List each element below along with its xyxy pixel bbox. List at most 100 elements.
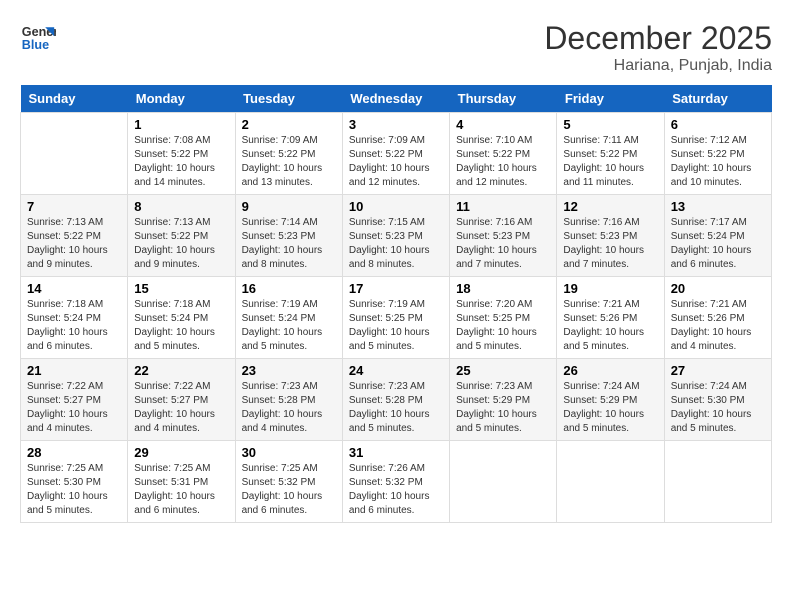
day-info: Sunrise: 7:16 AM Sunset: 5:23 PM Dayligh… — [563, 216, 657, 272]
weekday-monday: Monday — [128, 85, 235, 113]
day-info: Sunrise: 7:24 AM Sunset: 5:30 PM Dayligh… — [671, 380, 765, 436]
day-number: 3 — [349, 117, 443, 132]
day-info: Sunrise: 7:15 AM Sunset: 5:23 PM Dayligh… — [349, 216, 443, 272]
calendar-cell: 27 Sunrise: 7:24 AM Sunset: 5:30 PM Dayli… — [664, 359, 771, 441]
calendar-cell: 9Sunrise: 7:14 AM Sunset: 5:23 PM Daylig… — [235, 195, 342, 277]
calendar-cell: 22 Sunrise: 7:22 AM Sunset: 5:27 PM Dayli… — [128, 359, 235, 441]
day-number: 4 — [456, 117, 550, 132]
weekday-sunday: Sunday — [21, 85, 128, 113]
day-number: 29 — [134, 445, 228, 460]
calendar-cell: 18Sunrise: 7:20 AM Sunset: 5:25 PM Dayli… — [450, 277, 557, 359]
calendar-cell: 1 Sunrise: 7:08 AM Sunset: 5:22 PM Daylig… — [128, 113, 235, 195]
logo: General Blue — [20, 20, 56, 56]
day-number: 24 — [349, 363, 443, 378]
calendar-cell: 13 Sunrise: 7:17 AM Sunset: 5:24 PM Dayli… — [664, 195, 771, 277]
logo-icon: General Blue — [20, 20, 56, 56]
day-info: Sunrise: 7:25 AM Sunset: 5:30 PM Dayligh… — [27, 462, 121, 518]
calendar-cell: 25 Sunrise: 7:23 AM Sunset: 5:29 PM Dayli… — [450, 359, 557, 441]
day-number: 14 — [27, 281, 121, 296]
day-number: 5 — [563, 117, 657, 132]
day-info: Sunrise: 7:23 AM Sunset: 5:28 PM Dayligh… — [242, 380, 336, 436]
weekday-thursday: Thursday — [450, 85, 557, 113]
calendar-table: SundayMondayTuesdayWednesdayThursdayFrid… — [20, 85, 772, 523]
day-number: 11 — [456, 199, 550, 214]
calendar-body: 1 Sunrise: 7:08 AM Sunset: 5:22 PM Daylig… — [21, 113, 772, 523]
weekday-header-row: SundayMondayTuesdayWednesdayThursdayFrid… — [21, 85, 772, 113]
calendar-cell: 12 Sunrise: 7:16 AM Sunset: 5:23 PM Dayli… — [557, 195, 664, 277]
day-number: 21 — [27, 363, 121, 378]
calendar-cell — [557, 441, 664, 523]
calendar-cell: 21 Sunrise: 7:22 AM Sunset: 5:27 PM Dayli… — [21, 359, 128, 441]
calendar-cell: 11 Sunrise: 7:16 AM Sunset: 5:23 PM Dayli… — [450, 195, 557, 277]
weekday-saturday: Saturday — [664, 85, 771, 113]
day-number: 13 — [671, 199, 765, 214]
day-info: Sunrise: 7:18 AM Sunset: 5:24 PM Dayligh… — [27, 298, 121, 354]
calendar-cell: 7 Sunrise: 7:13 AM Sunset: 5:22 PM Daylig… — [21, 195, 128, 277]
calendar-cell — [450, 441, 557, 523]
day-number: 27 — [671, 363, 765, 378]
day-number: 2 — [242, 117, 336, 132]
day-number: 12 — [563, 199, 657, 214]
day-number: 10 — [349, 199, 443, 214]
day-info: Sunrise: 7:22 AM Sunset: 5:27 PM Dayligh… — [27, 380, 121, 436]
calendar-cell: 24 Sunrise: 7:23 AM Sunset: 5:28 PM Dayli… — [342, 359, 449, 441]
calendar-cell: 31Sunrise: 7:26 AM Sunset: 5:32 PM Dayli… — [342, 441, 449, 523]
day-info: Sunrise: 7:16 AM Sunset: 5:23 PM Dayligh… — [456, 216, 550, 272]
calendar-cell: 17 Sunrise: 7:19 AM Sunset: 5:25 PM Dayli… — [342, 277, 449, 359]
day-number: 23 — [242, 363, 336, 378]
day-number: 20 — [671, 281, 765, 296]
day-number: 28 — [27, 445, 121, 460]
calendar-cell — [664, 441, 771, 523]
day-info: Sunrise: 7:18 AM Sunset: 5:24 PM Dayligh… — [134, 298, 228, 354]
calendar-cell: 8Sunrise: 7:13 AM Sunset: 5:22 PM Daylig… — [128, 195, 235, 277]
calendar-cell: 10 Sunrise: 7:15 AM Sunset: 5:23 PM Dayli… — [342, 195, 449, 277]
day-info: Sunrise: 7:12 AM Sunset: 5:22 PM Dayligh… — [671, 134, 765, 190]
weekday-wednesday: Wednesday — [342, 85, 449, 113]
day-number: 6 — [671, 117, 765, 132]
page-header: General Blue December 2025 Hariana, Punj… — [20, 20, 772, 75]
calendar-week-1: 1 Sunrise: 7:08 AM Sunset: 5:22 PM Daylig… — [21, 113, 772, 195]
day-info: Sunrise: 7:22 AM Sunset: 5:27 PM Dayligh… — [134, 380, 228, 436]
day-info: Sunrise: 7:17 AM Sunset: 5:24 PM Dayligh… — [671, 216, 765, 272]
day-info: Sunrise: 7:10 AM Sunset: 5:22 PM Dayligh… — [456, 134, 550, 190]
day-number: 15 — [134, 281, 228, 296]
calendar-cell: 26Sunrise: 7:24 AM Sunset: 5:29 PM Dayli… — [557, 359, 664, 441]
day-info: Sunrise: 7:25 AM Sunset: 5:31 PM Dayligh… — [134, 462, 228, 518]
calendar-cell: 2 Sunrise: 7:09 AM Sunset: 5:22 PM Daylig… — [235, 113, 342, 195]
day-info: Sunrise: 7:09 AM Sunset: 5:22 PM Dayligh… — [349, 134, 443, 190]
day-info: Sunrise: 7:21 AM Sunset: 5:26 PM Dayligh… — [563, 298, 657, 354]
calendar-cell: 23 Sunrise: 7:23 AM Sunset: 5:28 PM Dayli… — [235, 359, 342, 441]
calendar-week-5: 28 Sunrise: 7:25 AM Sunset: 5:30 PM Dayli… — [21, 441, 772, 523]
calendar-cell: 16 Sunrise: 7:19 AM Sunset: 5:24 PM Dayli… — [235, 277, 342, 359]
day-info: Sunrise: 7:23 AM Sunset: 5:28 PM Dayligh… — [349, 380, 443, 436]
calendar-cell: 4 Sunrise: 7:10 AM Sunset: 5:22 PM Daylig… — [450, 113, 557, 195]
day-number: 16 — [242, 281, 336, 296]
day-info: Sunrise: 7:19 AM Sunset: 5:25 PM Dayligh… — [349, 298, 443, 354]
day-number: 31 — [349, 445, 443, 460]
day-number: 9 — [242, 199, 336, 214]
weekday-friday: Friday — [557, 85, 664, 113]
day-number: 18 — [456, 281, 550, 296]
day-info: Sunrise: 7:09 AM Sunset: 5:22 PM Dayligh… — [242, 134, 336, 190]
day-info: Sunrise: 7:23 AM Sunset: 5:29 PM Dayligh… — [456, 380, 550, 436]
day-info: Sunrise: 7:24 AM Sunset: 5:29 PM Dayligh… — [563, 380, 657, 436]
day-number: 1 — [134, 117, 228, 132]
calendar-cell — [21, 113, 128, 195]
day-number: 8 — [134, 199, 228, 214]
day-info: Sunrise: 7:21 AM Sunset: 5:26 PM Dayligh… — [671, 298, 765, 354]
calendar-week-4: 21 Sunrise: 7:22 AM Sunset: 5:27 PM Dayli… — [21, 359, 772, 441]
day-info: Sunrise: 7:13 AM Sunset: 5:22 PM Dayligh… — [27, 216, 121, 272]
day-info: Sunrise: 7:08 AM Sunset: 5:22 PM Dayligh… — [134, 134, 228, 190]
day-number: 7 — [27, 199, 121, 214]
day-number: 22 — [134, 363, 228, 378]
calendar-cell: 6 Sunrise: 7:12 AM Sunset: 5:22 PM Daylig… — [664, 113, 771, 195]
day-number: 17 — [349, 281, 443, 296]
day-info: Sunrise: 7:11 AM Sunset: 5:22 PM Dayligh… — [563, 134, 657, 190]
day-number: 19 — [563, 281, 657, 296]
month-title: December 2025 — [544, 20, 772, 57]
weekday-tuesday: Tuesday — [235, 85, 342, 113]
calendar-cell: 5 Sunrise: 7:11 AM Sunset: 5:22 PM Daylig… — [557, 113, 664, 195]
day-number: 25 — [456, 363, 550, 378]
day-info: Sunrise: 7:25 AM Sunset: 5:32 PM Dayligh… — [242, 462, 336, 518]
day-info: Sunrise: 7:19 AM Sunset: 5:24 PM Dayligh… — [242, 298, 336, 354]
